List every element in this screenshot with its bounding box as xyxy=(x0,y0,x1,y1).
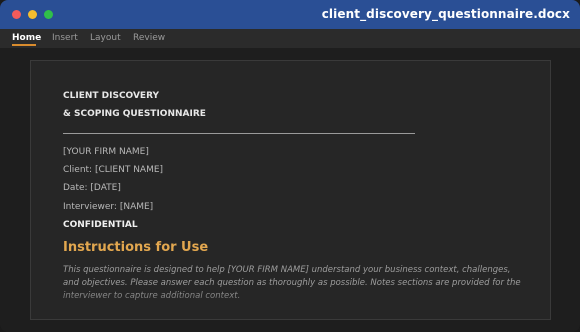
window-title: client_discovery_questionnaire.docx xyxy=(321,7,570,21)
document-canvas[interactable]: CLIENT DISCOVERY & SCOPING QUESTIONNAIRE… xyxy=(0,48,580,332)
client-field: Client: [CLIENT NAME] xyxy=(63,165,164,175)
date-field: Date: [DATE] xyxy=(63,183,121,193)
active-tab-indicator xyxy=(12,44,36,46)
close-window-button[interactable] xyxy=(12,10,21,19)
tab-home[interactable]: Home xyxy=(12,33,41,43)
confidential-label: CONFIDENTIAL xyxy=(63,220,138,230)
minimize-window-button[interactable] xyxy=(28,10,37,19)
title-divider xyxy=(63,133,415,134)
title-bar: client_discovery_questionnaire.docx xyxy=(0,0,580,29)
interviewer-field: Interviewer: [NAME] xyxy=(63,202,154,212)
ribbon-tab-bar: Home Insert Layout Review xyxy=(0,29,580,48)
document-title-line-1: CLIENT DISCOVERY xyxy=(63,91,160,101)
tab-insert[interactable]: Insert xyxy=(52,33,78,43)
app-window: client_discovery_questionnaire.docx Home… xyxy=(0,0,580,332)
firm-name-field: [YOUR FIRM NAME] xyxy=(63,147,149,157)
maximize-window-button[interactable] xyxy=(44,10,53,19)
document-title-line-2: & SCOPING QUESTIONNAIRE xyxy=(63,109,206,119)
page-fade-overlay xyxy=(31,289,550,319)
tab-review[interactable]: Review xyxy=(133,33,165,43)
document-page[interactable]: CLIENT DISCOVERY & SCOPING QUESTIONNAIRE… xyxy=(30,60,551,320)
tab-layout[interactable]: Layout xyxy=(90,33,121,43)
section-heading-instructions: Instructions for Use xyxy=(63,240,209,255)
